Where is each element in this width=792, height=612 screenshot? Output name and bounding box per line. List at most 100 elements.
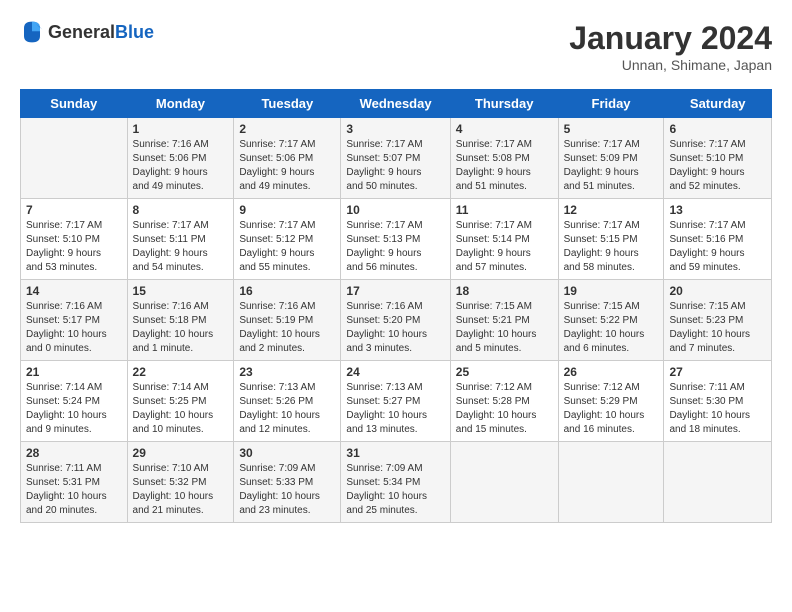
day-info: Sunrise: 7:14 AM Sunset: 5:24 PM Dayligh… — [26, 381, 122, 437]
day-cell: 3Sunrise: 7:17 AM Sunset: 5:07 PM Daylig… — [341, 118, 450, 199]
header-cell-thursday: Thursday — [450, 90, 558, 118]
day-info: Sunrise: 7:16 AM Sunset: 5:18 PM Dayligh… — [133, 300, 229, 356]
day-number: 15 — [133, 284, 229, 298]
day-number: 24 — [346, 365, 444, 379]
day-cell: 10Sunrise: 7:17 AM Sunset: 5:13 PM Dayli… — [341, 199, 450, 280]
day-info: Sunrise: 7:13 AM Sunset: 5:27 PM Dayligh… — [346, 381, 444, 437]
day-cell: 9Sunrise: 7:17 AM Sunset: 5:12 PM Daylig… — [234, 199, 341, 280]
day-info: Sunrise: 7:17 AM Sunset: 5:15 PM Dayligh… — [564, 219, 659, 275]
day-number: 8 — [133, 203, 229, 217]
day-cell — [450, 442, 558, 523]
title-area: January 2024 Unnan, Shimane, Japan — [569, 20, 772, 73]
logo: GeneralBlue — [20, 20, 154, 44]
day-info: Sunrise: 7:11 AM Sunset: 5:31 PM Dayligh… — [26, 462, 122, 518]
day-cell: 25 Sunrise: 7:12 AM Sunset: 5:28 PM Dayli… — [450, 361, 558, 442]
day-info: Sunrise: 7:13 AM Sunset: 5:26 PM Dayligh… — [239, 381, 335, 437]
calendar-subtitle: Unnan, Shimane, Japan — [569, 57, 772, 73]
calendar-table: SundayMondayTuesdayWednesdayThursdayFrid… — [20, 89, 772, 523]
day-info: Sunrise: 7:17 AM Sunset: 5:06 PM Dayligh… — [239, 138, 335, 194]
day-cell: 19 Sunrise: 7:15 AM Sunset: 5:22 PM Dayli… — [558, 280, 664, 361]
day-number: 28 — [26, 446, 122, 460]
day-info: Sunrise: 7:17 AM Sunset: 5:10 PM Dayligh… — [669, 138, 766, 194]
logo-icon — [20, 20, 44, 44]
day-cell: 31 Sunrise: 7:09 AM Sunset: 5:34 PM Dayli… — [341, 442, 450, 523]
day-info: Sunrise: 7:09 AM Sunset: 5:33 PM Dayligh… — [239, 462, 335, 518]
day-cell: 26 Sunrise: 7:12 AM Sunset: 5:29 PM Dayli… — [558, 361, 664, 442]
day-cell: 18Sunrise: 7:15 AM Sunset: 5:21 PM Dayli… — [450, 280, 558, 361]
day-number: 29 — [133, 446, 229, 460]
day-number: 19 — [564, 284, 659, 298]
day-info: Sunrise: 7:12 AM Sunset: 5:28 PM Dayligh… — [456, 381, 553, 437]
week-row-2: 7 Sunrise: 7:17 AM Sunset: 5:10 PM Daylig… — [21, 199, 772, 280]
day-info: Sunrise: 7:16 AM Sunset: 5:17 PM Dayligh… — [26, 300, 122, 356]
day-number: 1 — [133, 122, 229, 136]
day-info: Sunrise: 7:16 AM Sunset: 5:20 PM Dayligh… — [346, 300, 444, 356]
day-number: 14 — [26, 284, 122, 298]
day-cell — [558, 442, 664, 523]
header-cell-sunday: Sunday — [21, 90, 128, 118]
header-cell-monday: Monday — [127, 90, 234, 118]
day-cell: 13 Sunrise: 7:17 AM Sunset: 5:16 PM Dayli… — [664, 199, 772, 280]
day-number: 4 — [456, 122, 553, 136]
day-number: 18 — [456, 284, 553, 298]
day-cell: 6 Sunrise: 7:17 AM Sunset: 5:10 PM Daylig… — [664, 118, 772, 199]
day-cell — [21, 118, 128, 199]
day-number: 6 — [669, 122, 766, 136]
day-number: 25 — [456, 365, 553, 379]
day-number: 17 — [346, 284, 444, 298]
day-number: 21 — [26, 365, 122, 379]
day-info: Sunrise: 7:09 AM Sunset: 5:34 PM Dayligh… — [346, 462, 444, 518]
day-info: Sunrise: 7:16 AM Sunset: 5:19 PM Dayligh… — [239, 300, 335, 356]
day-cell: 21 Sunrise: 7:14 AM Sunset: 5:24 PM Dayli… — [21, 361, 128, 442]
day-cell: 4Sunrise: 7:17 AM Sunset: 5:08 PM Daylig… — [450, 118, 558, 199]
day-info: Sunrise: 7:15 AM Sunset: 5:22 PM Dayligh… — [564, 300, 659, 356]
day-info: Sunrise: 7:16 AM Sunset: 5:06 PM Dayligh… — [133, 138, 229, 194]
day-cell: 27 Sunrise: 7:11 AM Sunset: 5:30 PM Dayli… — [664, 361, 772, 442]
day-number: 16 — [239, 284, 335, 298]
day-cell: 22Sunrise: 7:14 AM Sunset: 5:25 PM Dayli… — [127, 361, 234, 442]
day-info: Sunrise: 7:17 AM Sunset: 5:13 PM Dayligh… — [346, 219, 444, 275]
day-cell: 30 Sunrise: 7:09 AM Sunset: 5:33 PM Dayli… — [234, 442, 341, 523]
day-cell: 29 Sunrise: 7:10 AM Sunset: 5:32 PM Dayli… — [127, 442, 234, 523]
week-row-1: 1 Sunrise: 7:16 AM Sunset: 5:06 PM Daylig… — [21, 118, 772, 199]
day-cell: 24 Sunrise: 7:13 AM Sunset: 5:27 PM Dayli… — [341, 361, 450, 442]
day-cell: 12Sunrise: 7:17 AM Sunset: 5:15 PM Dayli… — [558, 199, 664, 280]
calendar-header: SundayMondayTuesdayWednesdayThursdayFrid… — [21, 90, 772, 118]
day-cell: 2Sunrise: 7:17 AM Sunset: 5:06 PM Daylig… — [234, 118, 341, 199]
day-cell: 14 Sunrise: 7:16 AM Sunset: 5:17 PM Dayli… — [21, 280, 128, 361]
day-number: 22 — [133, 365, 229, 379]
day-info: Sunrise: 7:17 AM Sunset: 5:11 PM Dayligh… — [133, 219, 229, 275]
day-number: 31 — [346, 446, 444, 460]
day-cell: 1 Sunrise: 7:16 AM Sunset: 5:06 PM Daylig… — [127, 118, 234, 199]
day-number: 20 — [669, 284, 766, 298]
day-number: 11 — [456, 203, 553, 217]
week-row-3: 14 Sunrise: 7:16 AM Sunset: 5:17 PM Dayli… — [21, 280, 772, 361]
day-info: Sunrise: 7:17 AM Sunset: 5:10 PM Dayligh… — [26, 219, 122, 275]
header-cell-wednesday: Wednesday — [341, 90, 450, 118]
day-number: 30 — [239, 446, 335, 460]
day-cell: 28 Sunrise: 7:11 AM Sunset: 5:31 PM Dayli… — [21, 442, 128, 523]
calendar-body: 1 Sunrise: 7:16 AM Sunset: 5:06 PM Daylig… — [21, 118, 772, 523]
day-cell: 8 Sunrise: 7:17 AM Sunset: 5:11 PM Daylig… — [127, 199, 234, 280]
day-info: Sunrise: 7:17 AM Sunset: 5:14 PM Dayligh… — [456, 219, 553, 275]
header-cell-friday: Friday — [558, 90, 664, 118]
day-cell: 23Sunrise: 7:13 AM Sunset: 5:26 PM Dayli… — [234, 361, 341, 442]
week-row-5: 28 Sunrise: 7:11 AM Sunset: 5:31 PM Dayli… — [21, 442, 772, 523]
day-info: Sunrise: 7:10 AM Sunset: 5:32 PM Dayligh… — [133, 462, 229, 518]
header-cell-saturday: Saturday — [664, 90, 772, 118]
day-number: 13 — [669, 203, 766, 217]
day-info: Sunrise: 7:15 AM Sunset: 5:23 PM Dayligh… — [669, 300, 766, 356]
day-number: 5 — [564, 122, 659, 136]
day-number: 7 — [26, 203, 122, 217]
day-info: Sunrise: 7:17 AM Sunset: 5:16 PM Dayligh… — [669, 219, 766, 275]
day-cell: 16 Sunrise: 7:16 AM Sunset: 5:19 PM Dayli… — [234, 280, 341, 361]
day-cell: 17 Sunrise: 7:16 AM Sunset: 5:20 PM Dayli… — [341, 280, 450, 361]
day-number: 26 — [564, 365, 659, 379]
day-cell: 15 Sunrise: 7:16 AM Sunset: 5:18 PM Dayli… — [127, 280, 234, 361]
logo-blue: Blue — [115, 22, 154, 42]
day-info: Sunrise: 7:12 AM Sunset: 5:29 PM Dayligh… — [564, 381, 659, 437]
day-number: 27 — [669, 365, 766, 379]
day-info: Sunrise: 7:17 AM Sunset: 5:12 PM Dayligh… — [239, 219, 335, 275]
calendar-title: January 2024 — [569, 20, 772, 57]
day-info: Sunrise: 7:11 AM Sunset: 5:30 PM Dayligh… — [669, 381, 766, 437]
